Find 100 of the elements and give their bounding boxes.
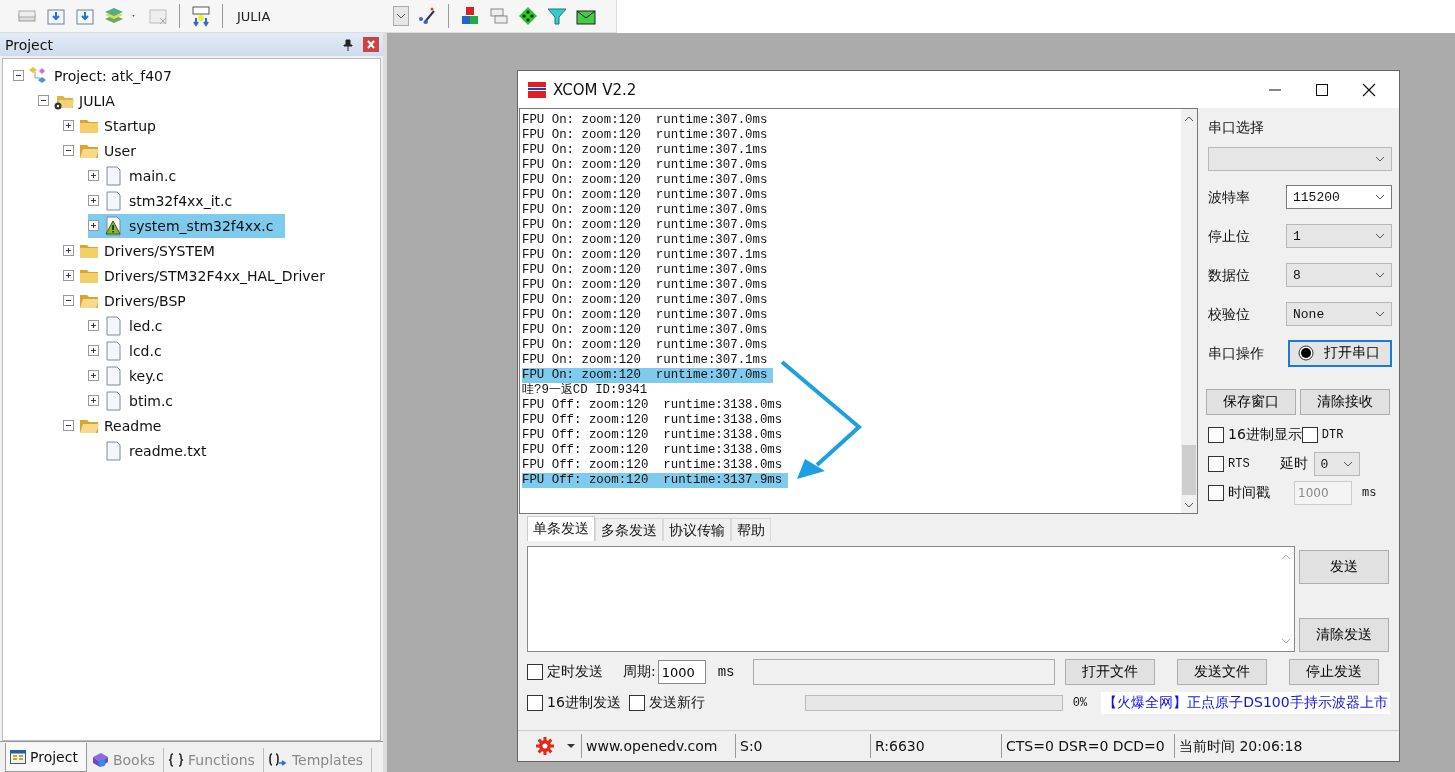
send-tab[interactable]: 协议传输 <box>663 518 731 541</box>
panel-tab[interactable]: Project <box>5 743 87 772</box>
status-text: www.openedv.com <box>581 734 735 758</box>
expand-toggle[interactable] <box>88 320 99 331</box>
maximize-button[interactable] <box>1315 82 1329 97</box>
log-line: FPU Off: zoom:120 runtime:3138.0ms <box>522 443 784 458</box>
chevron-icon <box>1342 461 1353 467</box>
setting-select[interactable]: 8 <box>1286 263 1392 287</box>
scroll-thumb[interactable] <box>1182 445 1196 495</box>
tree-item-label: Startup <box>104 117 156 134</box>
collapse-toggle[interactable] <box>13 70 24 81</box>
expand-toggle[interactable] <box>63 120 74 131</box>
tree-item[interactable]: JULIA <box>38 88 127 113</box>
checkbox[interactable]: 定时发送 <box>527 663 603 681</box>
log-line: 哇?9一返CD ID:9341 <box>522 383 649 398</box>
load-icon[interactable] <box>190 5 212 27</box>
chevron-icon <box>1375 233 1385 239</box>
tree-item-label: key.c <box>129 367 164 384</box>
period-field[interactable]: 1000 <box>657 660 706 684</box>
target-select[interactable]: JULIA <box>233 8 392 24</box>
checkbox[interactable]: RTS <box>1208 456 1250 472</box>
checkbox[interactable]: 16进制发送 <box>527 694 621 712</box>
tree-item[interactable]: Drivers/STM32F4xx_HAL_Driver <box>63 263 337 288</box>
send-button[interactable]: 清除发送 <box>1299 618 1389 652</box>
dropdown-button[interactable] <box>393 6 409 26</box>
panel-button[interactable]: 保存窗口 <box>1206 389 1296 415</box>
open-port-button[interactable]: 打开串口 <box>1288 339 1392 367</box>
file-button[interactable]: 打开文件 <box>1064 659 1155 685</box>
chevron-icon <box>1375 311 1385 317</box>
tree-item[interactable]: led.c <box>88 313 175 338</box>
collapse-toggle[interactable] <box>38 95 49 106</box>
tree-item[interactable]: readme.txt <box>88 438 219 463</box>
log-line: FPU Off: zoom:120 runtime:3138.0ms <box>522 428 784 443</box>
ad-link[interactable]: 【火爆全网】正点原子DS100手持示波器上市 <box>1101 692 1390 714</box>
setting-select[interactable]: 1 <box>1286 224 1392 248</box>
chevron-icon <box>1375 156 1385 162</box>
wand-icon[interactable] <box>416 5 438 27</box>
expand-toggle[interactable] <box>88 345 99 356</box>
tree-item[interactable]: main.c <box>88 163 189 188</box>
log-line: FPU On: zoom:120 runtime:307.0ms <box>522 233 769 248</box>
tree-item[interactable]: Project: atk_f407 <box>13 63 184 88</box>
caret-icon[interactable] <box>567 743 575 749</box>
log-line: FPU On: zoom:120 runtime:307.0ms <box>522 308 769 323</box>
gear-icon[interactable] <box>535 736 555 756</box>
expand-toggle[interactable] <box>88 370 99 381</box>
checkbox[interactable]: 发送新行 <box>628 694 705 712</box>
checkbox[interactable]: 16进制显示 <box>1208 426 1302 444</box>
checkbox[interactable]: DTR <box>1301 427 1344 443</box>
funnel-icon[interactable] <box>546 5 568 27</box>
port-label: 串口选择 <box>1208 118 1265 137</box>
send-button[interactable]: 发送 <box>1299 550 1389 584</box>
collapse-toggle[interactable] <box>63 420 74 431</box>
send-tab[interactable]: 多条发送 <box>595 518 663 541</box>
expand-toggle[interactable] <box>88 195 99 206</box>
collapse-toggle[interactable] <box>63 145 74 156</box>
scroll-up-icon[interactable] <box>1184 115 1194 123</box>
braces-icon <box>168 753 185 767</box>
setting-select[interactable]: 115200 <box>1286 185 1392 209</box>
blocks-icon[interactable] <box>459 5 481 27</box>
log-line: FPU Off: zoom:120 runtime:3138.0ms <box>522 398 784 413</box>
expand-toggle[interactable] <box>63 245 74 256</box>
setting-select[interactable]: None <box>1286 302 1392 326</box>
log-line: FPU On: zoom:120 runtime:307.0ms <box>522 188 769 203</box>
scroll-down-icon[interactable] <box>1184 501 1194 509</box>
tree-item[interactable]: Startup <box>63 113 168 138</box>
pin-icon[interactable] <box>343 38 353 51</box>
file-button[interactable]: 停止发送 <box>1288 659 1379 685</box>
status-text: R:6630 <box>870 734 1001 758</box>
close-button[interactable] <box>1362 82 1376 97</box>
scrollbar[interactable] <box>1181 109 1197 513</box>
tree-item-label: lcd.c <box>129 342 162 359</box>
tree-item[interactable]: stm32f4xx_it.c <box>88 188 245 213</box>
expand-toggle[interactable] <box>63 270 74 281</box>
file-button[interactable]: 发送文件 <box>1176 659 1267 685</box>
tree-item-label: Drivers/SYSTEM <box>104 242 215 259</box>
expand-toggle[interactable] <box>88 170 99 181</box>
file-path-field[interactable] <box>752 659 1055 685</box>
panel-button[interactable]: 清除接收 <box>1300 389 1390 415</box>
expand-toggle[interactable] <box>88 220 99 231</box>
tree-item-label: JULIA <box>79 92 115 109</box>
tree-item[interactable]: key.c <box>88 363 176 388</box>
tree-item[interactable]: Drivers/SYSTEM <box>63 238 227 263</box>
log-line: FPU On: zoom:120 runtime:307.1ms <box>522 248 769 263</box>
collapse-toggle[interactable] <box>63 295 74 306</box>
tree-item[interactable]: Readme <box>63 413 174 438</box>
expand-toggle[interactable] <box>88 395 99 406</box>
send-tab[interactable]: 单条发送 <box>527 516 595 541</box>
diamond-icon[interactable] <box>517 5 539 27</box>
tree-item[interactable]: User <box>63 138 148 163</box>
tree-item[interactable]: system_stm32f4xx.c <box>88 213 286 238</box>
log-line: FPU On: zoom:120 runtime:307.0ms <box>522 278 769 293</box>
tree-item[interactable]: lcd.c <box>88 338 174 363</box>
send-tab[interactable]: 帮助 <box>731 518 771 541</box>
log-line: FPU On: zoom:120 runtime:307.0ms <box>522 263 769 278</box>
log-line: FPU On: zoom:120 runtime:307.0ms <box>522 128 769 143</box>
tree-item[interactable]: Drivers/BSP <box>63 288 198 313</box>
tree-item[interactable]: btim.c <box>88 388 186 413</box>
checkbox[interactable]: 时间戳 <box>1208 484 1270 502</box>
delay-select[interactable]: 0 <box>1313 452 1360 476</box>
tree-item-label: stm32f4xx_it.c <box>129 192 233 209</box>
